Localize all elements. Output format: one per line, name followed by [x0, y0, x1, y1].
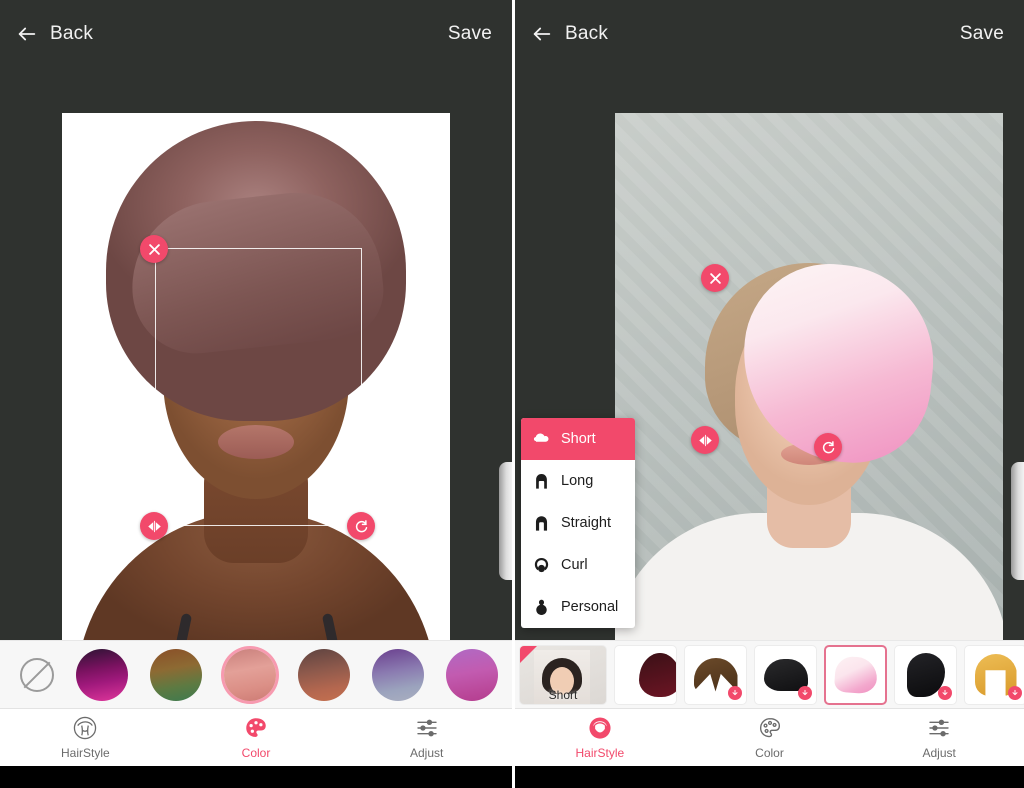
download-badge[interactable]: [938, 685, 952, 700]
left-topbar: Back Save: [0, 0, 512, 68]
download-badge[interactable]: [1008, 685, 1022, 700]
close-x-icon: [148, 243, 160, 255]
no-color-option[interactable]: [20, 657, 54, 692]
edited-photo-model-2[interactable]: [615, 113, 1003, 645]
category-corner-flag: [520, 645, 537, 663]
palette-icon: [759, 717, 780, 738]
color-swatch-strip[interactable]: [0, 640, 512, 708]
close-handle[interactable]: [140, 235, 168, 263]
download-icon: [1012, 689, 1018, 695]
close-handle[interactable]: [701, 264, 729, 292]
style-thumb[interactable]: [684, 644, 747, 705]
nav-label: Color: [755, 746, 784, 760]
color-swatch[interactable]: [224, 648, 276, 701]
nav-color[interactable]: Color: [685, 709, 855, 766]
hairstyle-thumb-strip[interactable]: Short: [515, 640, 1024, 708]
rotate-icon: [355, 519, 367, 532]
left-bottom-nav[interactable]: HairStyle Color Adjust: [0, 708, 512, 766]
menu-item-straight[interactable]: Straight: [521, 502, 635, 544]
left-canvas[interactable]: [0, 68, 512, 645]
nav-adjust[interactable]: Adjust: [341, 709, 512, 766]
style-thumb[interactable]: [614, 644, 677, 705]
left-screen: Back Save HairStyle Color Adjust: [0, 0, 512, 788]
arrow-left-icon: [18, 27, 36, 41]
arrow-left-icon: [533, 27, 551, 41]
color-swatch[interactable]: [76, 648, 128, 701]
back-button[interactable]: Back: [16, 23, 93, 45]
dual-screenshot: Back Save HairStyle Color Adjust Back Sa…: [0, 0, 1024, 788]
save-button[interactable]: Save: [960, 23, 1008, 45]
nav-hairstyle[interactable]: HairStyle: [515, 709, 685, 766]
nav-label: HairStyle: [60, 746, 110, 760]
nav-hairstyle[interactable]: HairStyle: [0, 709, 171, 766]
back-label: Back: [50, 23, 94, 44]
download-icon: [732, 689, 738, 695]
menu-item-personal[interactable]: Personal: [521, 586, 635, 628]
nav-color[interactable]: Color: [171, 709, 342, 766]
rotate-icon: [822, 440, 834, 453]
flip-handle[interactable]: [691, 426, 719, 454]
download-icon: [802, 689, 808, 695]
right-screen: Back Save Short Long Straight Curl Perso…: [512, 0, 1024, 788]
menu-item-label: Straight: [561, 515, 611, 531]
style-thumb[interactable]: [894, 644, 957, 705]
flip-handle[interactable]: [140, 512, 168, 540]
hair-shape: [833, 655, 878, 694]
menu-item-curl[interactable]: Curl: [521, 544, 635, 586]
color-swatch[interactable]: [446, 648, 498, 701]
sliders-icon: [929, 719, 949, 737]
hair-shape: [638, 652, 676, 697]
home-indicator-bar: [0, 766, 512, 788]
hair-shape: [763, 658, 808, 691]
edited-photo-model-1[interactable]: [62, 113, 450, 645]
menu-item-long[interactable]: Long: [521, 460, 635, 502]
nav-label: HairStyle: [575, 746, 625, 760]
panel-pull-tab[interactable]: [499, 462, 512, 580]
download-icon: [942, 689, 948, 695]
menu-item-label: Long: [561, 473, 594, 489]
flip-horizontal-icon: [147, 520, 161, 532]
style-thumb[interactable]: [824, 644, 887, 705]
rotate-handle[interactable]: [347, 512, 375, 540]
color-swatch[interactable]: [298, 648, 350, 701]
color-swatch[interactable]: [372, 648, 424, 701]
nav-label: Adjust: [410, 746, 444, 760]
rotate-handle[interactable]: [814, 433, 842, 461]
palette-icon: [246, 718, 266, 737]
personal-hair-icon: [536, 599, 547, 615]
style-thumb[interactable]: [754, 644, 817, 705]
flip-horizontal-icon: [698, 434, 712, 446]
download-badge[interactable]: [728, 685, 742, 700]
nav-label: Adjust: [922, 746, 956, 760]
menu-item-short[interactable]: Short: [521, 418, 635, 460]
hairstyle-icon: [74, 716, 97, 740]
short-hair-icon: [533, 432, 549, 442]
download-badge[interactable]: [798, 685, 812, 700]
nav-label: Color: [241, 746, 271, 760]
sliders-icon: [417, 719, 437, 737]
hairstyle-category-menu[interactable]: Short Long Straight Curl Personal: [521, 418, 635, 628]
category-card-short[interactable]: Short: [519, 644, 607, 705]
menu-item-label: Short: [561, 431, 596, 447]
category-card-label: Short: [548, 687, 578, 702]
panel-pull-tab[interactable]: [1011, 462, 1024, 580]
curl-hair-icon: [534, 557, 549, 572]
straight-hair-icon: [535, 515, 548, 531]
long-hair-icon: [536, 473, 547, 489]
color-swatch[interactable]: [150, 648, 202, 701]
save-button[interactable]: Save: [448, 23, 496, 45]
close-x-icon: [709, 272, 721, 284]
home-indicator-bar: [515, 766, 1024, 788]
right-canvas[interactable]: Short Long Straight Curl Personal: [515, 68, 1024, 645]
menu-item-label: Personal: [561, 599, 619, 615]
menu-item-label: Curl: [561, 557, 588, 573]
style-thumb[interactable]: [964, 644, 1024, 705]
hairstyle-icon: [589, 717, 611, 739]
back-button[interactable]: Back: [531, 23, 608, 45]
right-bottom-nav[interactable]: HairStyle Color Adjust: [515, 708, 1024, 766]
back-label: Back: [565, 23, 609, 44]
right-topbar: Back Save: [515, 0, 1024, 68]
model-lips: [218, 425, 294, 459]
nav-adjust[interactable]: Adjust: [854, 709, 1024, 766]
